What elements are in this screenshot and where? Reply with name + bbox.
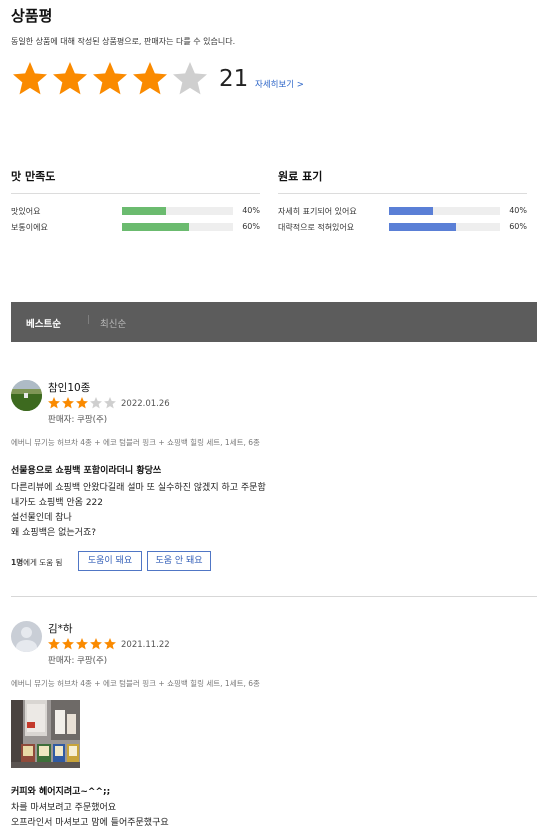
reviewer-name: 참인10종 [48, 382, 91, 394]
review-count: 21 [219, 66, 249, 92]
sort-separator: | [87, 315, 91, 325]
review-date: 2021.11.22 [121, 640, 170, 650]
review-product-option: 에버니 뮤기능 허브차 4종 + 에코 텀블러 핑크 + 쇼핑백 힐링 세트, … [11, 679, 260, 688]
review-divider [11, 596, 537, 597]
survey-row-label: 자세히 표기되어 있어요 [278, 207, 357, 216]
review-body-line: 왜 쇼핑백은 없는거죠? [11, 528, 97, 538]
survey-bar [122, 207, 233, 215]
review-body-line: 설선물인데 참나 [11, 513, 72, 523]
review-seller: 판매자: 쿠팡(주) [48, 656, 108, 666]
star-filled-icon [133, 62, 167, 95]
star-filled-icon [76, 638, 88, 650]
survey-bar-fill [122, 223, 189, 231]
review-headline: 선물용으로 쇼핑백 포함이라더니 황당쓰 [11, 466, 162, 476]
star-filled-icon [48, 638, 60, 650]
reviewer-name: 김*하 [48, 623, 73, 635]
sort-bar: 베스트순 | 최신순 [11, 302, 537, 342]
review-stars [47, 637, 117, 651]
helpful-count: 1명에게 도움 됨 [11, 557, 62, 568]
helpful-count-suffix: 에게 도움 됨 [23, 558, 63, 567]
star-empty-icon [104, 397, 116, 409]
survey-taste: 맛 만족도 맛있어요 40% 보통이에요 60% [11, 168, 260, 234]
survey-row-label: 맛있어요 [11, 207, 41, 216]
survey-title: 원료 표기 [278, 168, 527, 194]
sort-newest-tab[interactable]: 최신순 [100, 316, 126, 330]
star-filled-icon [62, 638, 74, 650]
details-link[interactable]: 자세히보기 > [255, 78, 304, 90]
survey-row: 보통이에요 60% [11, 218, 260, 234]
review-body: 차를 마셔보려고 주문했어요 오프라인서 마셔보고 맘에 들어주문했구요 [11, 801, 169, 831]
reviewer-avatar [11, 380, 42, 411]
review-date: 2022.01.26 [121, 399, 170, 409]
survey-bar-fill [389, 207, 434, 215]
survey-row-percent: 40% [509, 206, 527, 215]
avatar-photo-icon [11, 380, 42, 411]
sort-best-tab[interactable]: 베스트순 [26, 316, 61, 330]
review-seller: 판매자: 쿠팡(주) [48, 415, 108, 425]
star-filled-icon [104, 638, 116, 650]
review-headline: 커피와 헤어지려고~^^;; [11, 787, 111, 797]
star-empty-icon [90, 397, 102, 409]
review-product-option: 에버니 뮤기능 허브차 4종 + 에코 텀블러 핑크 + 쇼핑백 힐링 세트, … [11, 438, 260, 447]
review-photo-thumbnail[interactable] [11, 700, 80, 768]
survey-bar [122, 223, 233, 231]
survey-row: 자세히 표기되어 있어요 40% [278, 202, 527, 218]
survey-bar-fill [122, 207, 167, 215]
helpful-yes-button[interactable]: 도움이 돼요 [78, 551, 142, 571]
review-body-line: 오프라인서 마셔보고 맘에 들어주문했구요 [11, 818, 169, 828]
survey-row-percent: 60% [242, 222, 260, 231]
survey-title: 맛 만족도 [11, 168, 260, 194]
star-empty-icon [173, 62, 207, 95]
survey-row-percent: 60% [509, 222, 527, 231]
star-filled-icon [62, 397, 74, 409]
review-body: 다른리뷰에 쇼핑백 안왔다길래 설마 또 실수하진 않겠지 하고 주문함 내가도… [11, 481, 266, 541]
survey-ingredients: 원료 표기 자세히 표기되어 있어요 40% 대략적으로 적혀있어요 60% [278, 168, 527, 234]
helpful-no-button[interactable]: 도움 안 돼요 [147, 551, 211, 571]
survey-bar [389, 223, 500, 231]
section-title: 상품평 [11, 7, 53, 25]
review-photo-image [11, 700, 80, 768]
star-filled-icon [76, 397, 88, 409]
star-filled-icon [93, 62, 127, 95]
survey-bar-fill [389, 223, 456, 231]
review-body-line: 내가도 쇼핑백 안옴 222 [11, 498, 104, 508]
review-body-line: 다른리뷰에 쇼핑백 안왔다길래 설마 또 실수하진 않겠지 하고 주문함 [11, 483, 266, 493]
reviewer-avatar-placeholder-icon [11, 621, 42, 652]
star-filled-icon [13, 62, 47, 95]
star-filled-icon [53, 62, 87, 95]
survey-bar [389, 207, 500, 215]
review-body-line: 차를 마셔보려고 주문했어요 [11, 803, 117, 813]
survey-row: 맛있어요 40% [11, 202, 260, 218]
survey-row: 대략적으로 적혀있어요 60% [278, 218, 527, 234]
star-filled-icon [90, 638, 102, 650]
star-filled-icon [48, 397, 60, 409]
average-rating-stars [10, 59, 210, 101]
survey-row-label: 보통이에요 [11, 223, 48, 232]
review-stars [47, 396, 117, 410]
survey-row-label: 대략적으로 적혀있어요 [278, 223, 355, 232]
helpful-count-number: 1명 [11, 558, 24, 567]
survey-row-percent: 40% [242, 206, 260, 215]
section-description: 동일한 상품에 대해 작성된 상품평으로, 판매자는 다를 수 있습니다. [11, 37, 236, 46]
